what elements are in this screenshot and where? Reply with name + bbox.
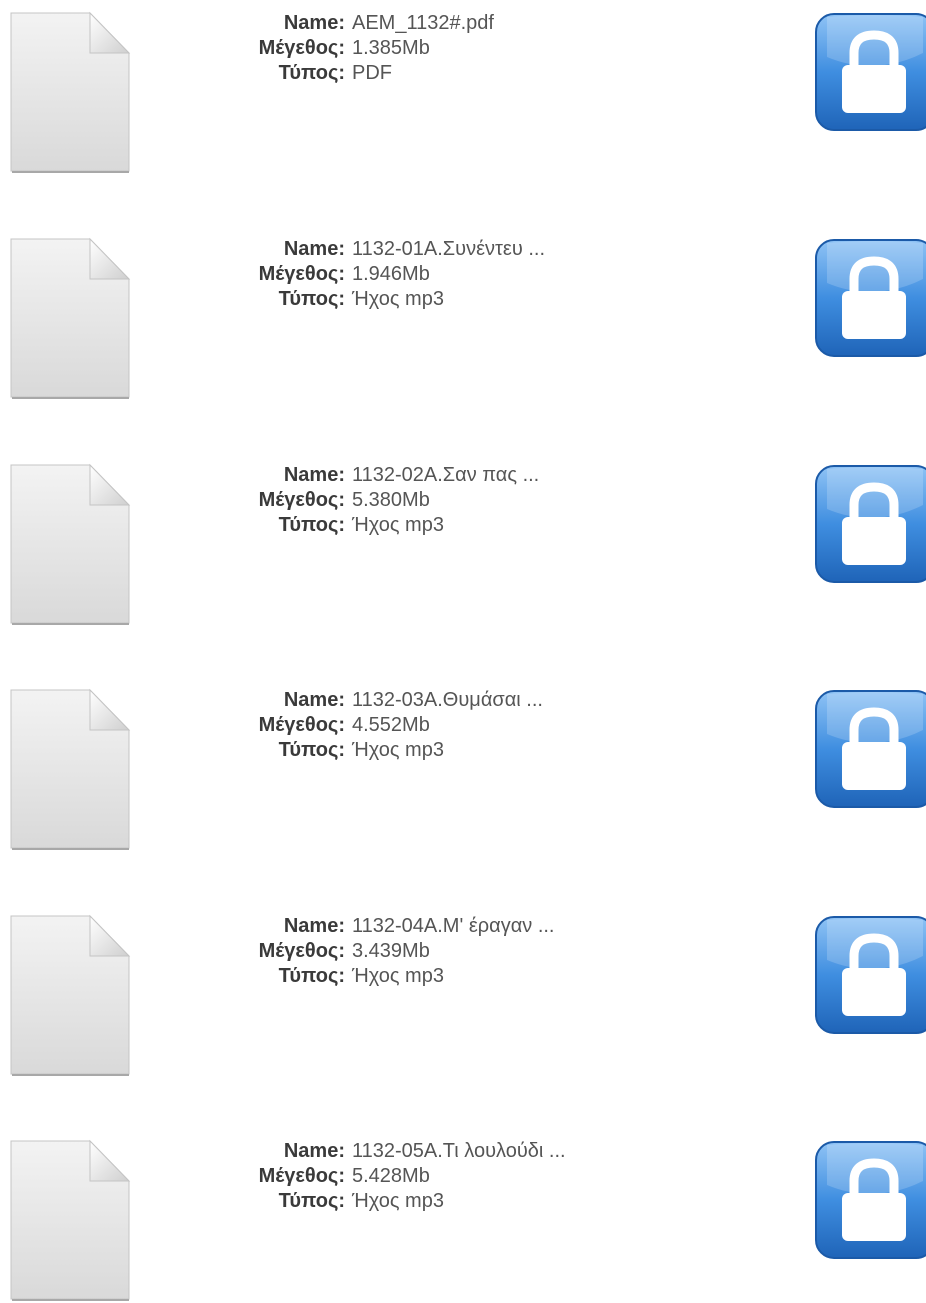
type-label: Τύπος: — [278, 965, 345, 987]
name-label: Name: — [283, 238, 345, 260]
size-label: Μέγεθος: — [258, 714, 345, 736]
type-label: Τύπος: — [278, 1190, 345, 1212]
document-icon[interactable] — [8, 463, 132, 627]
name-label: Name: — [283, 12, 345, 34]
file-row: Name: 1132-01Α.Συνέντευ ... Μέγεθος: 1.946… — [0, 226, 926, 401]
document-icon[interactable] — [8, 1139, 132, 1303]
file-name[interactable]: 1132-01Α.Συνέντευ ... — [345, 237, 545, 262]
file-row: Name: 1132-04Α.Μ' έραγαν ... Μέγεθος: 3.43… — [0, 903, 926, 1078]
type-label: Τύπος: — [278, 739, 345, 761]
file-size: 3.439Mb — [352, 940, 430, 962]
lock-icon — [815, 239, 926, 357]
lock-icon — [815, 13, 926, 131]
name-label: Name: — [283, 1140, 345, 1162]
file-row: Name: 1132-02Α.Σαν πας ... Μέγεθος: 5.380M… — [0, 452, 926, 627]
file-list: Name: AEM_1132#.pdf Μέγεθος: 1.385Mb Τύπος… — [0, 0, 926, 1301]
size-label: Μέγεθος: — [258, 940, 345, 962]
file-size: 5.380Mb — [352, 489, 430, 511]
file-name[interactable]: 1132-02Α.Σαν πας ... — [345, 463, 539, 488]
file-size: 5.428Mb — [352, 1165, 430, 1187]
size-label: Μέγεθος: — [258, 489, 345, 511]
lock-icon — [815, 1141, 926, 1259]
document-icon[interactable] — [8, 11, 132, 175]
file-row: Name: 1132-05Α.Τι λουλούδι ... Μέγεθος: 5.… — [0, 1128, 926, 1303]
lock-button[interactable] — [815, 465, 926, 585]
lock-button[interactable] — [815, 916, 926, 1036]
lock-button[interactable] — [815, 239, 926, 359]
lock-button[interactable] — [815, 13, 926, 133]
file-row: Name: AEM_1132#.pdf Μέγεθος: 1.385Mb Τύπος… — [0, 0, 926, 175]
file-name[interactable]: 1132-04Α.Μ' έραγαν ... — [345, 914, 555, 939]
file-meta: Name: 1132-02Α.Σαν πας ... Μέγεθος: 5.380M… — [228, 463, 540, 538]
file-size: 4.552Mb — [352, 714, 430, 736]
lock-icon — [815, 465, 926, 583]
document-icon[interactable] — [8, 237, 132, 401]
file-meta: Name: 1132-03Α.Θυμάσαι ... Μέγεθος: 4.552M… — [228, 688, 543, 763]
document-icon[interactable] — [8, 688, 132, 852]
name-label: Name: — [283, 915, 345, 937]
file-meta: Name: 1132-05Α.Τι λουλούδι ... Μέγεθος: 5.… — [228, 1139, 566, 1214]
file-meta: Name: 1132-01Α.Συνέντευ ... Μέγεθος: 1.946… — [228, 237, 545, 312]
file-row: Name: 1132-03Α.Θυμάσαι ... Μέγεθος: 4.552M… — [0, 677, 926, 852]
type-label: Τύπος: — [278, 288, 345, 310]
document-icon[interactable] — [8, 914, 132, 1078]
file-type: Ήχος mp3 — [352, 1190, 444, 1212]
file-meta: Name: 1132-04Α.Μ' έραγαν ... Μέγεθος: 3.43… — [228, 914, 555, 989]
file-type: Ήχος mp3 — [352, 514, 444, 536]
file-type: PDF — [352, 62, 392, 84]
file-size: 1.946Mb — [352, 263, 430, 285]
name-label: Name: — [283, 689, 345, 711]
file-name[interactable]: 1132-05Α.Τι λουλούδι ... — [345, 1139, 566, 1164]
lock-icon — [815, 916, 926, 1034]
type-label: Τύπος: — [278, 514, 345, 536]
size-label: Μέγεθος: — [258, 263, 345, 285]
lock-icon — [815, 690, 926, 808]
file-type: Ήχος mp3 — [352, 965, 444, 987]
file-size: 1.385Mb — [352, 37, 430, 59]
lock-button[interactable] — [815, 690, 926, 810]
file-type: Ήχος mp3 — [352, 288, 444, 310]
file-type: Ήχος mp3 — [352, 739, 444, 761]
type-label: Τύπος: — [278, 62, 345, 84]
file-name[interactable]: 1132-03Α.Θυμάσαι ... — [345, 688, 543, 713]
file-name[interactable]: AEM_1132#.pdf — [345, 11, 494, 36]
file-meta: Name: AEM_1132#.pdf Μέγεθος: 1.385Mb Τύπος… — [228, 11, 494, 86]
size-label: Μέγεθος: — [258, 37, 345, 59]
name-label: Name: — [283, 464, 345, 486]
size-label: Μέγεθος: — [258, 1165, 345, 1187]
lock-button[interactable] — [815, 1141, 926, 1261]
